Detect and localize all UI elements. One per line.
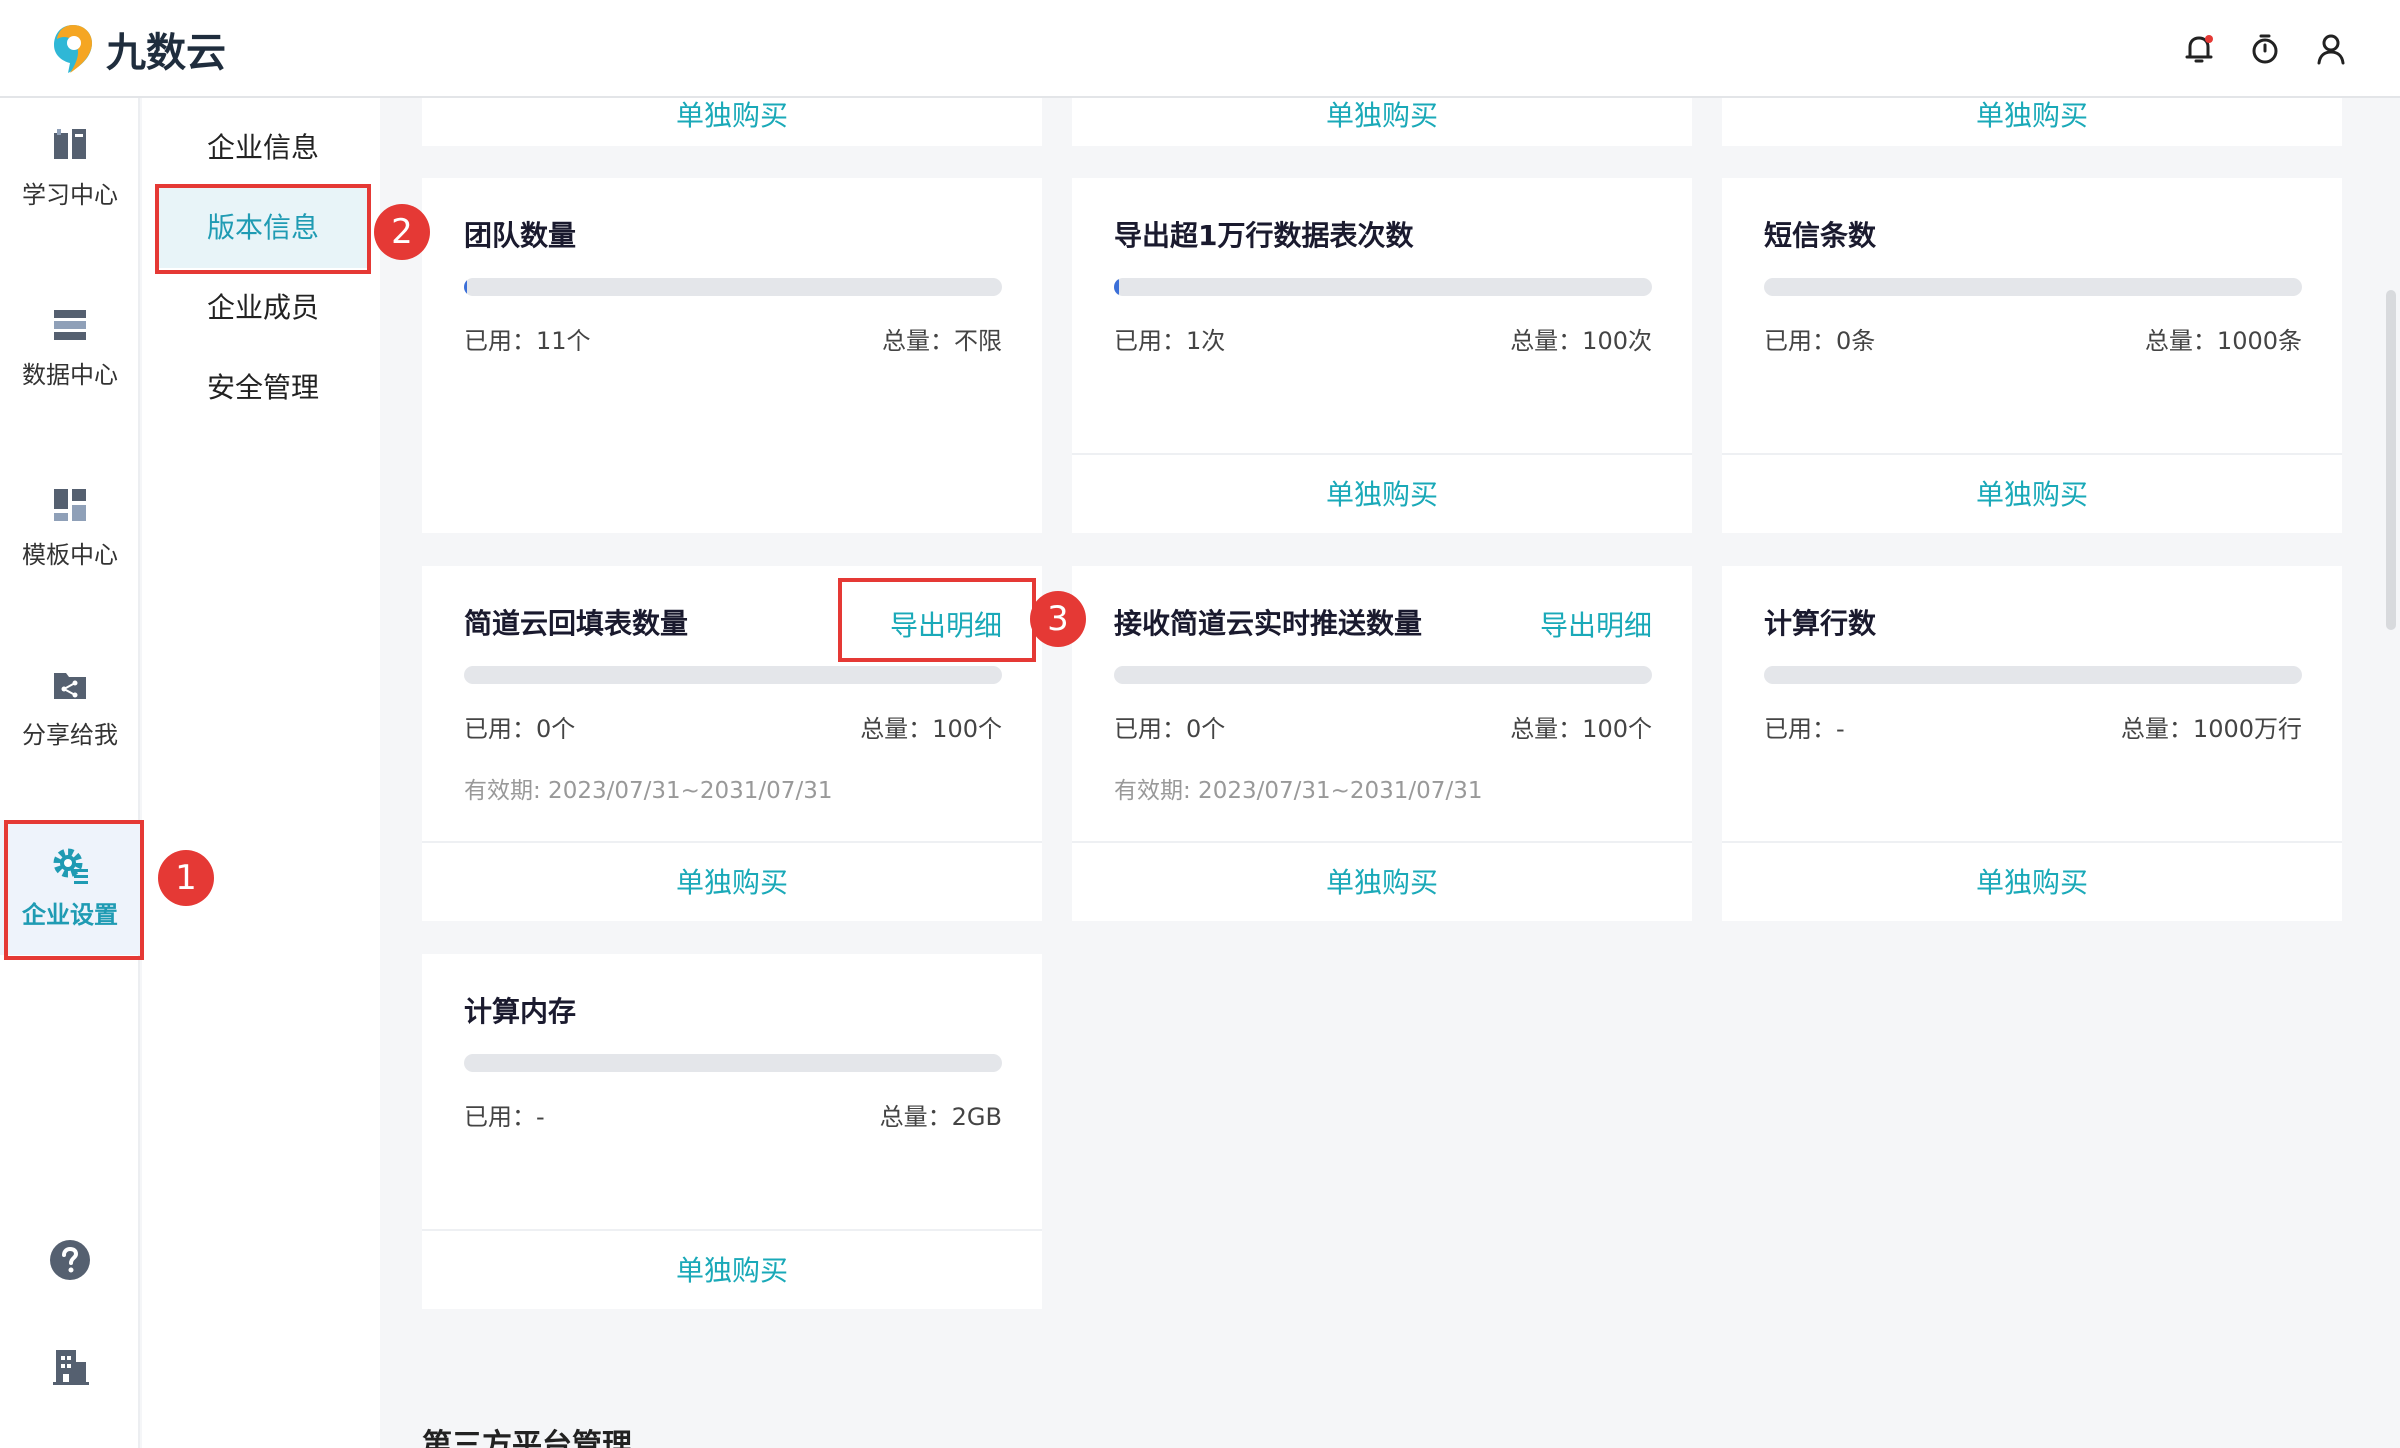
card-title: 短信条数	[1764, 219, 1877, 252]
total-value: 总量：1000条	[2144, 327, 2302, 355]
used-value: 已用：0条	[1764, 327, 1876, 355]
validity-period: 有效期: 2023/07/31~2031/07/31	[1114, 778, 1483, 804]
card-title: 团队数量	[464, 219, 577, 252]
total-value: 总量：2GB	[879, 1103, 1002, 1131]
quota-card-export-rows: 导出超1万行数据表次数 已用：1次 总量：100次 单独购买	[1072, 178, 1692, 533]
usage-bar	[464, 666, 1002, 684]
partial-card-footer: 单独购买	[422, 98, 1042, 146]
nav-item-learning-center[interactable]: 学习中心	[0, 100, 140, 235]
buy-link[interactable]: 单独购买	[1722, 98, 2342, 134]
main-nav: 学习中心 数据中心 模板中心 分享给我 企业设置	[0, 98, 140, 1448]
used-value: 已用：-	[1764, 715, 1845, 743]
book-icon	[54, 129, 86, 159]
timer-icon[interactable]	[2246, 30, 2284, 68]
usage-bar	[1764, 666, 2302, 684]
buy-button[interactable]: 单独购买	[1072, 841, 1692, 921]
used-value: 已用：0个	[464, 715, 576, 743]
version-info-content: 单独购买 单独购买 单独购买 团队数量 已用：11个 总量：不限 导出超1万行数…	[382, 98, 2400, 1448]
logo-mark-icon	[54, 25, 92, 73]
nav-item-shared-with-me[interactable]: 分享给我	[0, 640, 140, 775]
annotation-badge-2: 2	[374, 204, 430, 260]
usage-bar	[464, 1054, 1002, 1072]
top-bar: 九数云	[0, 0, 2400, 98]
buy-button[interactable]: 单独购买	[422, 841, 1042, 921]
quota-card-calc-rows: 计算行数 已用：- 总量：1000万行 单独购买	[1722, 566, 2342, 921]
quota-card-team: 团队数量 已用：11个 总量：不限	[422, 178, 1042, 533]
total-value: 总量：100个	[1510, 715, 1652, 743]
card-title: 简道云回填表数量	[464, 607, 689, 640]
annotation-box-2	[155, 184, 371, 274]
partial-card-footer: 单独购买	[1072, 98, 1692, 146]
subnav-item-enterprise-info[interactable]: 企业信息	[157, 108, 367, 188]
card-title: 计算行数	[1764, 607, 1877, 640]
partial-card-footer: 单独购买	[1722, 98, 2342, 146]
usage-bar	[1764, 278, 2302, 296]
used-value: 已用：11个	[464, 327, 591, 355]
annotation-badge-1: 1	[158, 850, 214, 906]
nav-label: 模板中心	[22, 541, 118, 569]
buy-button[interactable]: 单独购买	[422, 1229, 1042, 1309]
annotation-box-1	[4, 820, 144, 960]
card-title: 接收简道云实时推送数量	[1114, 607, 1423, 640]
usage-bar-fill	[464, 278, 467, 296]
card-title: 导出超1万行数据表次数	[1114, 219, 1414, 252]
total-value: 总量：100次	[1510, 327, 1652, 355]
buy-link[interactable]: 单独购买	[422, 98, 1042, 134]
usage-bar	[1114, 278, 1652, 296]
header-actions	[2180, 30, 2350, 68]
nav-label: 数据中心	[22, 361, 118, 389]
usage-bar-fill	[1114, 278, 1120, 296]
buy-button[interactable]: 单独购买	[1072, 453, 1692, 533]
user-icon[interactable]	[2312, 30, 2350, 68]
nav-item-data-center[interactable]: 数据中心	[0, 280, 140, 415]
annotation-badge-3: 3	[1030, 591, 1086, 647]
nav-item-template-center[interactable]: 模板中心	[0, 460, 140, 595]
quota-card-sms: 短信条数 已用：0条 总量：1000条 单独购买	[1722, 178, 2342, 533]
share-folder-icon	[54, 673, 86, 699]
subnav-item-security-management[interactable]: 安全管理	[157, 348, 367, 428]
database-icon	[54, 310, 86, 340]
used-value: 已用：0个	[1114, 715, 1226, 743]
total-value: 总量：1000万行	[2120, 715, 2302, 743]
settings-subnav: 企业信息 版本信息 企业成员 安全管理	[142, 98, 380, 1448]
buy-button[interactable]: 单独购买	[1722, 453, 2342, 533]
section-title: 第三方平台管理	[422, 1428, 632, 1448]
total-value: 总量：不限	[882, 327, 1002, 355]
scrollbar[interactable]	[2386, 290, 2396, 630]
help-icon[interactable]	[48, 1238, 92, 1286]
quota-card-push: 接收简道云实时推送数量 导出明细 已用：0个 总量：100个 有效期: 2023…	[1072, 566, 1692, 921]
buy-button[interactable]: 单独购买	[1722, 841, 2342, 921]
validity-period: 有效期: 2023/07/31~2031/07/31	[464, 778, 833, 804]
app-logo[interactable]: 九数云	[50, 20, 226, 78]
usage-bar	[464, 278, 1002, 296]
template-icon	[54, 489, 86, 521]
card-title: 计算内存	[464, 995, 577, 1028]
subnav-item-enterprise-members[interactable]: 企业成员	[157, 268, 367, 348]
used-value: 已用：-	[464, 1103, 545, 1131]
building-icon[interactable]	[50, 1346, 90, 1390]
buy-link[interactable]: 单独购买	[1072, 98, 1692, 134]
annotation-box-3	[838, 578, 1036, 662]
nav-label: 学习中心	[22, 181, 118, 209]
used-value: 已用：1次	[1114, 327, 1226, 355]
app-root: 九数云 学习中心 数据中心 模板中心 分享给我 企业设置 企业信息 版本信息 企…	[0, 0, 2400, 1448]
nav-label: 分享给我	[22, 721, 118, 749]
bell-icon[interactable]	[2180, 30, 2218, 68]
total-value: 总量：100个	[860, 715, 1002, 743]
quota-card-calc-memory: 计算内存 已用：- 总量：2GB 单独购买	[422, 954, 1042, 1309]
app-name: 九数云	[106, 30, 226, 76]
export-detail-link[interactable]: 导出明细	[1540, 604, 1652, 644]
usage-bar	[1114, 666, 1652, 684]
